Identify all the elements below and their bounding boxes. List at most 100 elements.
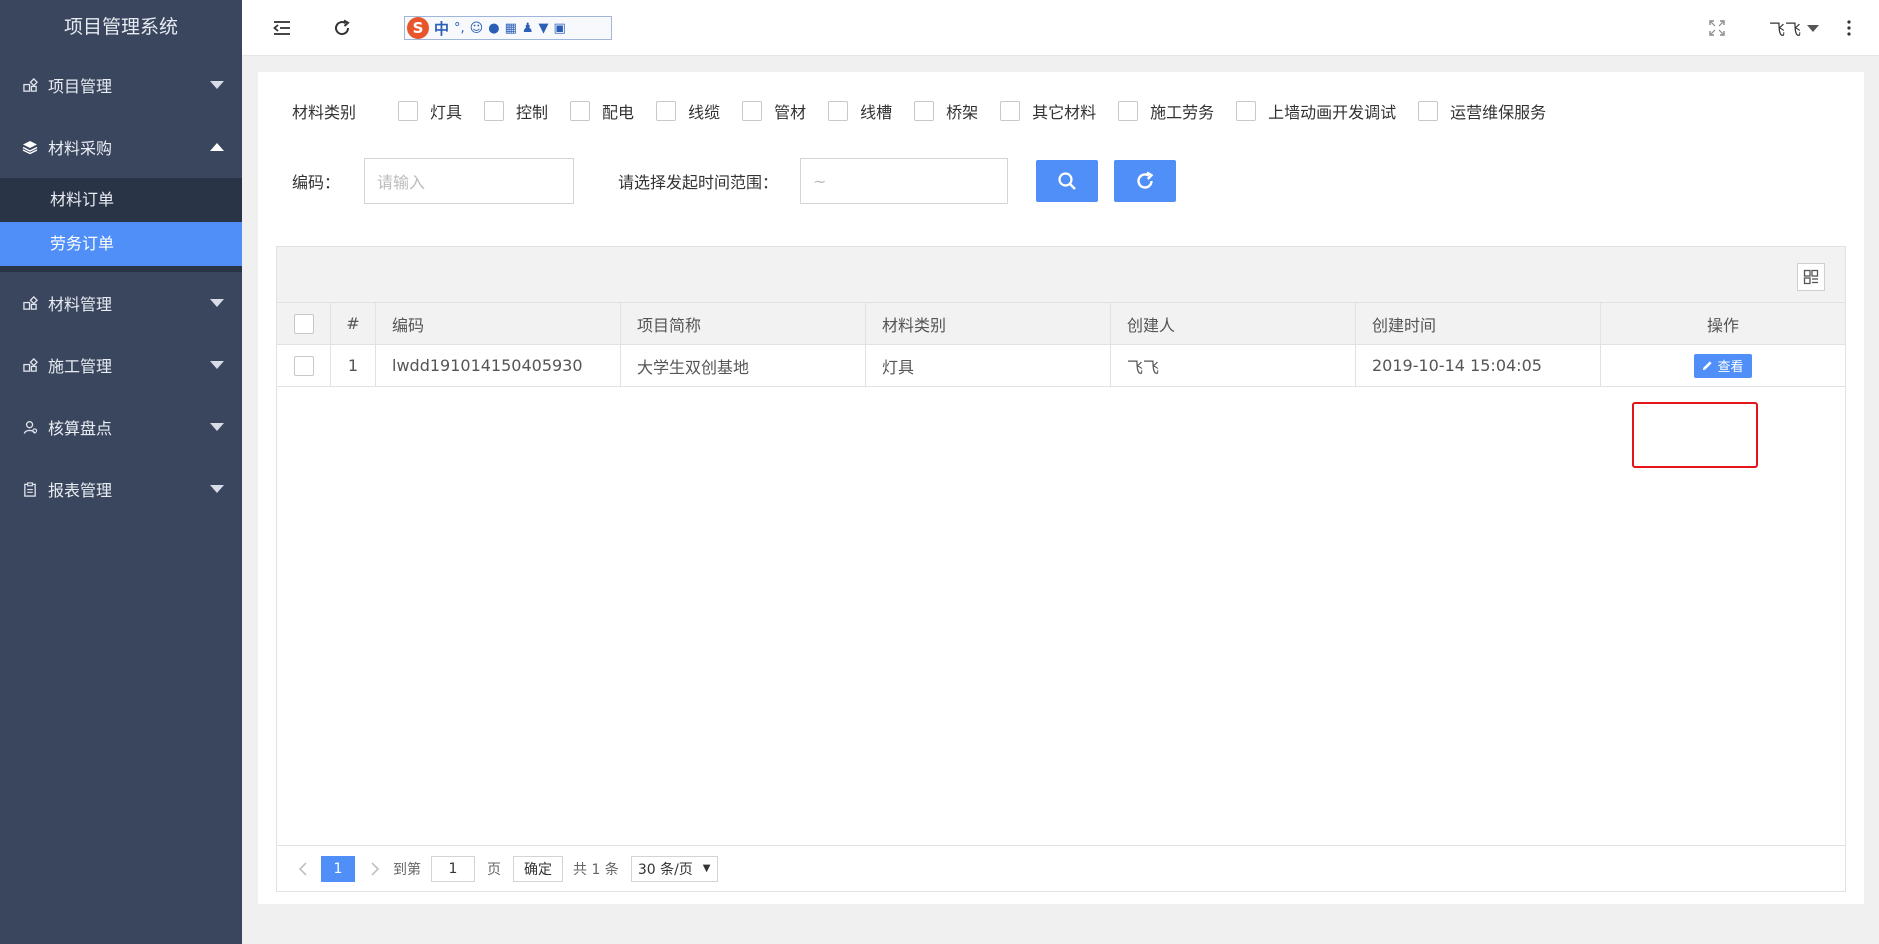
header-index: # bbox=[331, 303, 376, 344]
sidebar-item-label: 项目管理 bbox=[48, 77, 113, 96]
checkbox[interactable] bbox=[570, 101, 591, 121]
topbar: S 中 °, ☺ ● ▦ ♟ ▼ ▣ 飞飞 bbox=[242, 0, 1879, 56]
row-select-cell bbox=[277, 345, 331, 386]
goto-page-input[interactable]: 1 bbox=[431, 855, 475, 882]
refresh-icon[interactable] bbox=[330, 16, 354, 40]
category-checkbox[interactable]: 其它材料 bbox=[1000, 99, 1096, 123]
keyboard-icon[interactable]: ▦ bbox=[505, 21, 517, 36]
page-size-select[interactable]: 30 条/页 ▼ bbox=[630, 855, 718, 882]
sidebar-item-labor-order[interactable]: 劳务订单 bbox=[0, 222, 242, 266]
edit-icon bbox=[1703, 361, 1713, 371]
fullscreen-icon[interactable] bbox=[1705, 16, 1729, 40]
checkbox[interactable] bbox=[914, 101, 935, 121]
chevron-down-icon bbox=[210, 299, 224, 307]
layers-icon bbox=[22, 139, 38, 155]
sidebar-item-material[interactable]: 材料管理 bbox=[0, 272, 242, 334]
sidebar-item-project[interactable]: 项目管理 bbox=[0, 54, 242, 116]
chevron-up-icon bbox=[210, 143, 224, 151]
submenu-procurement: 材料订单 劳务订单 bbox=[0, 178, 242, 272]
sidebar-item-label: 材料管理 bbox=[48, 295, 113, 314]
header-code[interactable]: 编码 bbox=[376, 303, 621, 344]
checkbox[interactable] bbox=[742, 101, 763, 121]
checkbox[interactable] bbox=[656, 101, 677, 121]
checkbox[interactable] bbox=[1236, 101, 1257, 121]
category-checkbox[interactable]: 运营维保服务 bbox=[1418, 99, 1546, 123]
ime-punct[interactable]: °, bbox=[454, 21, 465, 36]
header-creator[interactable]: 创建人 bbox=[1111, 303, 1356, 344]
user-menu[interactable]: 飞飞 bbox=[1769, 16, 1819, 40]
ime-logo: S bbox=[407, 17, 429, 39]
chevron-down-icon bbox=[210, 81, 224, 89]
sidebar-item-label: 施工管理 bbox=[48, 357, 113, 376]
next-page-icon[interactable] bbox=[365, 859, 385, 879]
row-checkbox[interactable] bbox=[293, 355, 314, 376]
category-checkbox[interactable]: 桥架 bbox=[914, 99, 978, 123]
checkbox[interactable] bbox=[828, 101, 849, 121]
sidebar-item-report[interactable]: 报表管理 bbox=[0, 458, 242, 520]
column-filter-icon[interactable] bbox=[1797, 263, 1825, 291]
header-type[interactable]: 材料类别 bbox=[866, 303, 1111, 344]
chevron-down-icon bbox=[210, 485, 224, 493]
header-project[interactable]: 项目简称 bbox=[621, 303, 866, 344]
select-all-checkbox[interactable] bbox=[293, 313, 314, 334]
content-card: 材料类别 灯具 控制 配电 线缆 管材 线槽 桥架 其它材料 施工劳务 上墙动画… bbox=[258, 72, 1864, 904]
row-time: 2019-10-14 15:04:05 bbox=[1356, 345, 1601, 386]
sidebar-item-label: 报表管理 bbox=[48, 481, 113, 500]
goto-confirm-button[interactable]: 确定 bbox=[513, 855, 563, 882]
chevron-down-icon bbox=[210, 361, 224, 369]
checkbox[interactable] bbox=[398, 101, 419, 121]
search-button[interactable] bbox=[1036, 160, 1099, 202]
category-checkbox[interactable]: 配电 bbox=[570, 99, 634, 123]
category-checkbox[interactable]: 管材 bbox=[742, 99, 806, 123]
microphone-icon[interactable]: ● bbox=[488, 21, 499, 36]
header-time[interactable]: 创建时间 bbox=[1356, 303, 1601, 344]
sidebar-item-procurement[interactable]: 材料采购 bbox=[0, 116, 242, 178]
checkbox[interactable] bbox=[1118, 101, 1139, 121]
reset-button[interactable] bbox=[1114, 160, 1177, 202]
category-filter: 材料类别 灯具 控制 配电 线缆 管材 线槽 桥架 其它材料 施工劳务 上墙动画… bbox=[292, 96, 1568, 126]
more-vertical-icon[interactable] bbox=[1837, 16, 1861, 40]
row-index: 1 bbox=[331, 345, 376, 386]
sidebar-item-label: 核算盘点 bbox=[48, 419, 113, 438]
row-actions: 查看 bbox=[1601, 345, 1845, 386]
category-checkbox[interactable]: 施工劳务 bbox=[1118, 99, 1214, 123]
user-name: 飞飞 bbox=[1768, 20, 1801, 39]
ime-toolbar[interactable]: S 中 °, ☺ ● ▦ ♟ ▼ ▣ bbox=[404, 16, 612, 40]
row-type: 灯具 bbox=[866, 345, 1111, 386]
checkbox[interactable] bbox=[1418, 101, 1439, 121]
table-header: # 编码 项目简称 材料类别 创建人 创建时间 操作 bbox=[277, 303, 1845, 345]
current-page[interactable]: 1 bbox=[321, 855, 355, 882]
sidebar-item-material-order[interactable]: 材料订单 bbox=[0, 178, 242, 222]
grid-icon[interactable]: ▣ bbox=[554, 21, 566, 36]
prev-page-icon[interactable] bbox=[293, 859, 313, 879]
collapse-menu-icon[interactable] bbox=[270, 16, 294, 40]
sidebar-item-construction[interactable]: 施工管理 bbox=[0, 334, 242, 396]
app-title: 项目管理系统 bbox=[63, 16, 178, 38]
ime-mode[interactable]: 中 bbox=[434, 18, 449, 39]
view-button[interactable]: 查看 bbox=[1694, 353, 1752, 378]
checkbox[interactable] bbox=[484, 101, 505, 121]
category-checkbox[interactable]: 线槽 bbox=[828, 99, 892, 123]
category-checkbox[interactable]: 灯具 bbox=[398, 99, 462, 123]
chevron-down-icon bbox=[210, 423, 224, 431]
checkbox[interactable] bbox=[1000, 101, 1021, 121]
category-checkbox[interactable]: 上墙动画开发调试 bbox=[1236, 99, 1396, 123]
user-icon[interactable]: ♟ bbox=[522, 21, 534, 36]
refresh-icon bbox=[1137, 171, 1154, 189]
emoji-icon[interactable]: ☺ bbox=[470, 21, 484, 36]
sidebar-item-accounting[interactable]: 核算盘点 bbox=[0, 396, 242, 458]
category-checkbox[interactable]: 控制 bbox=[484, 99, 548, 123]
code-input[interactable]: 请输入 bbox=[364, 158, 575, 204]
view-button-label: 查看 bbox=[1717, 360, 1744, 375]
row-code: lwdd191014150405930 bbox=[376, 345, 621, 386]
search-row: 编码： 请输入 请选择发起时间范围： ~ bbox=[292, 158, 1177, 204]
page-label: 页 bbox=[487, 861, 501, 878]
time-range-input[interactable]: ~ bbox=[800, 158, 1009, 204]
page-size-value: 30 条/页 bbox=[637, 861, 693, 878]
skin-icon[interactable]: ▼ bbox=[539, 21, 549, 36]
category-label: 材料类别 bbox=[292, 103, 357, 122]
pagination: 1 到第 1 页 确定 共 1 条 30 条/页 ▼ bbox=[277, 845, 1845, 891]
goto-label: 到第 bbox=[393, 861, 421, 878]
category-checkbox[interactable]: 线缆 bbox=[656, 99, 720, 123]
time-range-label: 请选择发起时间范围： bbox=[618, 173, 779, 192]
